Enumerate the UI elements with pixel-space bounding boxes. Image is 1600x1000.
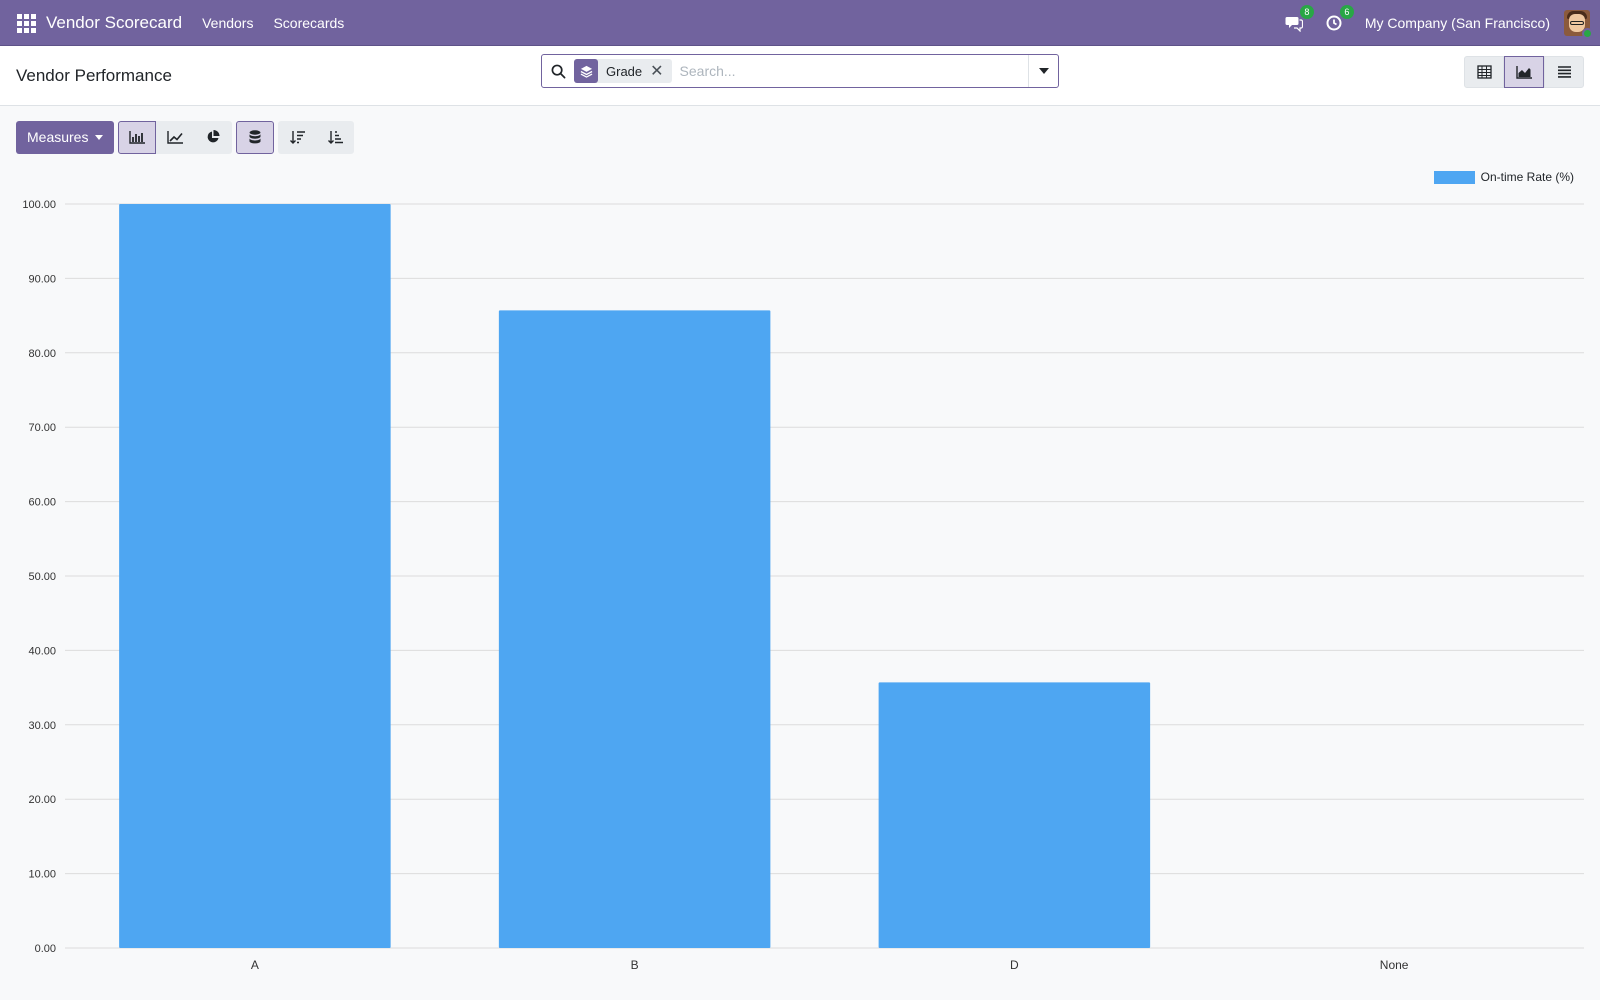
y-tick-label: 100.00: [22, 199, 56, 211]
line-chart-button[interactable]: [156, 120, 195, 154]
pie-chart-button[interactable]: [194, 120, 233, 154]
stacked-group: [236, 120, 275, 154]
bar-a[interactable]: [119, 204, 391, 948]
app-brand[interactable]: Vendor Scorecard: [46, 13, 182, 33]
messages-count-badge: 8: [1299, 5, 1314, 19]
list-view-icon: [1557, 66, 1571, 78]
y-tick-label: 10.00: [28, 869, 56, 881]
y-tick-label: 0.00: [35, 943, 56, 955]
user-avatar[interactable]: [1564, 10, 1593, 39]
search-input[interactable]: [679, 55, 1028, 87]
y-tick-label: 40.00: [28, 645, 56, 657]
legend-swatch: [1433, 170, 1475, 184]
measures-dropdown-button[interactable]: Measures: [16, 120, 115, 154]
sort-ascending-button[interactable]: [316, 120, 355, 154]
sort-descending-icon: [289, 131, 305, 144]
main-navbar: Vendor Scorecard Vendors Scorecards 8 6 …: [0, 0, 1600, 46]
messages-button[interactable]: 8: [1285, 5, 1314, 32]
y-tick-label: 90.00: [28, 273, 56, 285]
measures-label: Measures: [27, 129, 89, 145]
page-title: Vendor Performance: [16, 65, 172, 85]
search-icon[interactable]: [542, 64, 574, 79]
pivot-view-button[interactable]: [1464, 56, 1504, 88]
x-tick-label: B: [631, 958, 639, 972]
bar-chart-button[interactable]: [118, 120, 157, 154]
bar-chart-icon: [129, 130, 146, 144]
facet-remove-icon[interactable]: ✕: [650, 63, 671, 79]
avatar-glasses: [1570, 21, 1584, 25]
legend-label: On-time Rate (%): [1480, 170, 1574, 184]
view-switcher: [1464, 56, 1584, 88]
x-tick-label: D: [1010, 958, 1019, 972]
sort-group: [278, 120, 355, 154]
y-tick-label: 80.00: [28, 348, 56, 360]
pivot-view-icon: [1476, 65, 1492, 79]
search-options-toggle[interactable]: [1028, 55, 1058, 87]
y-tick-label: 20.00: [28, 794, 56, 806]
bar-chart: 0.00 10.00 20.00 30.00 40.00 50.00 60.00 70.00 8…: [22, 199, 1584, 972]
chart-type-group: [118, 120, 233, 154]
y-tick-label: 50.00: [28, 571, 56, 583]
x-tick-label: A: [251, 958, 259, 972]
company-switcher[interactable]: My Company (San Francisco): [1365, 15, 1550, 31]
activities-count-badge: 6: [1339, 5, 1354, 19]
stacked-button[interactable]: [236, 120, 275, 154]
search-bar[interactable]: Grade ✕: [541, 54, 1059, 88]
menu-scorecards[interactable]: Scorecards: [273, 15, 344, 31]
line-chart-icon: [167, 130, 184, 144]
facet-label: Grade: [606, 63, 643, 79]
graph-view-button[interactable]: [1504, 56, 1544, 88]
menu-vendors[interactable]: Vendors: [202, 15, 253, 31]
chart-area: 0.00 10.00 20.00 30.00 40.00 50.00 60.00 70.00 8…: [0, 158, 1600, 1000]
list-view-button[interactable]: [1544, 56, 1584, 88]
y-tick-label: 60.00: [28, 497, 56, 509]
groupby-facet[interactable]: Grade ✕: [574, 59, 672, 83]
chat-icon: [1285, 17, 1303, 32]
chart-legend[interactable]: On-time Rate (%): [1433, 170, 1574, 184]
online-status-icon: [1582, 28, 1593, 39]
control-panel: Vendor Performance Grade ✕: [0, 46, 1600, 106]
pie-chart-icon: [208, 130, 220, 143]
y-tick-label: 70.00: [28, 422, 56, 434]
graph-view-icon: [1516, 65, 1532, 79]
caret-down-icon: [1038, 68, 1049, 74]
activities-button[interactable]: 6: [1325, 5, 1354, 32]
sort-ascending-icon: [327, 131, 343, 144]
x-tick-label: None: [1380, 958, 1409, 972]
sort-descending-button[interactable]: [278, 120, 317, 154]
y-tick-label: 30.00: [28, 720, 56, 732]
caret-down-icon: [95, 134, 104, 140]
clock-icon: [1326, 15, 1342, 31]
database-icon: [249, 130, 261, 144]
app-switcher-icon[interactable]: [14, 11, 38, 35]
bar-b[interactable]: [498, 310, 771, 949]
graph-toolbar: Measures: [0, 106, 1600, 158]
layers-icon: [574, 59, 598, 83]
bar-d[interactable]: [878, 682, 1151, 948]
